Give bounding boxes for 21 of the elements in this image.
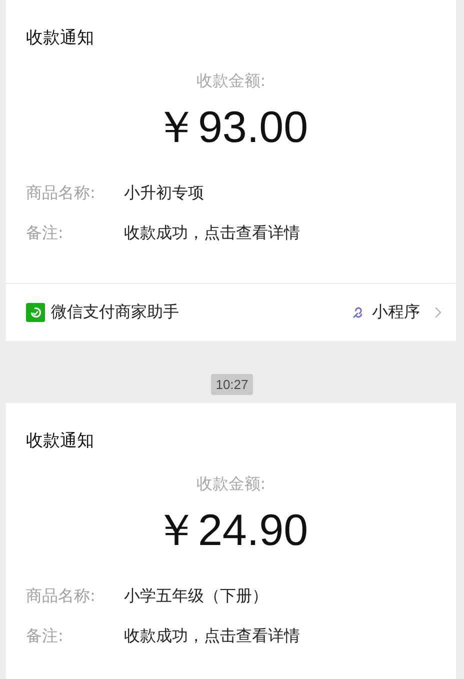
amount: ￥24.90	[152, 505, 310, 557]
chevron-right-icon	[434, 306, 442, 319]
amount: ￥93.00	[152, 102, 310, 154]
amount-label: 收款金额:	[195, 474, 267, 495]
notification-card[interactable]: 收款通知 收款金额: ￥93.00 商品名称: 小升初专项 备注: 收款成功，点击查看详情 微信支付商家助手 小程序	[6, 0, 456, 341]
field-value: 小升初专项	[124, 183, 204, 204]
field-value: 收款成功，点击查看详情	[124, 223, 300, 244]
field-label: 备注:	[26, 626, 64, 647]
field-label: 商品名称:	[26, 183, 96, 204]
source-name: 微信支付商家助手	[51, 302, 179, 323]
field-value: 收款成功，点击查看详情	[124, 626, 300, 647]
field-label: 商品名称:	[26, 586, 96, 607]
mini-program-label[interactable]: 小程序	[372, 302, 420, 323]
field-value: 小学五年级（下册）	[124, 586, 268, 607]
card-title: 收款通知	[26, 27, 95, 49]
notification-card[interactable]: 收款通知 收款金额: ￥24.90 商品名称: 小学五年级（下册） 备注: 收款成功，点击查看详情	[6, 403, 456, 679]
card-title: 收款通知	[26, 430, 95, 452]
wechat-pay-icon	[26, 303, 45, 322]
amount-label: 收款金额:	[195, 71, 267, 92]
field-label: 备注:	[26, 223, 64, 244]
timestamp: 10:27	[210, 374, 254, 395]
